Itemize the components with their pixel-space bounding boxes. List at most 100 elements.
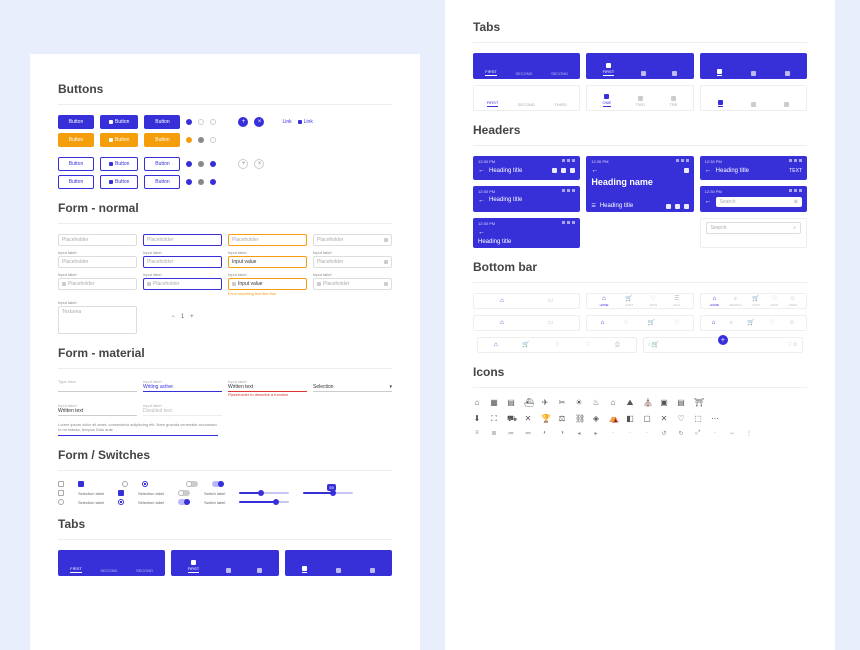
material-textarea[interactable]: Lorem ipsum dolor sit amet, consectetur …	[58, 422, 218, 436]
glyph-icon: ⛩	[694, 398, 702, 408]
labeled-input[interactable]: Placeholder	[58, 256, 137, 268]
clear-icon[interactable]: ⊗	[794, 199, 798, 205]
cart-icon[interactable]	[561, 168, 566, 173]
heart-icon[interactable]	[552, 168, 557, 173]
button-primary[interactable]: Button	[58, 115, 94, 129]
button-accent-3[interactable]: Button	[144, 133, 180, 147]
fab-close[interactable]: ×	[254, 117, 264, 127]
switch-on[interactable]	[178, 499, 190, 505]
text-input-trailing-icon[interactable]: Placeholder	[313, 234, 392, 246]
checkbox-on[interactable]	[78, 481, 84, 487]
text-input-error[interactable]: Placeholder	[228, 234, 307, 246]
cart-icon: ▭	[548, 298, 554, 304]
text-input-focus[interactable]: Placeholder	[143, 234, 222, 246]
icon-input-value[interactable]: Input value	[228, 278, 307, 290]
tab-second[interactable]: SECOND	[100, 568, 117, 573]
menu-icon[interactable]: ☰	[591, 203, 595, 209]
tab-icon-2[interactable]	[226, 568, 231, 573]
labeled-input-value[interactable]: Input value	[228, 256, 307, 268]
search-input[interactable]: Search⊗	[716, 197, 802, 207]
text-action[interactable]: TEXT	[789, 168, 802, 174]
search-input-white[interactable]: Search⌕	[706, 222, 801, 234]
glyph-icon: ◑	[558, 430, 566, 437]
glyph-icon: ⛓	[575, 414, 583, 424]
labeled-input-icon[interactable]: Placeholder	[313, 256, 392, 268]
material-input-error[interactable]: Written text	[228, 384, 307, 392]
material-input-filled[interactable]: Written text	[58, 408, 137, 416]
glyph-icon: ▢	[643, 414, 651, 424]
tab-first[interactable]: FIRST	[70, 566, 82, 573]
search-icon[interactable]	[570, 168, 575, 173]
tab-second-b[interactable]: SECOND	[136, 568, 153, 573]
back-icon[interactable]: ←	[705, 167, 712, 174]
bb-home[interactable]: ⌂	[500, 298, 504, 304]
stepper-minus[interactable]: −	[171, 314, 175, 320]
icon-input-trailing[interactable]: Placeholder	[313, 278, 392, 290]
glyph-icon: ⚖	[558, 414, 566, 424]
fab-close-outline[interactable]: ×	[254, 159, 264, 169]
material-input-active[interactable]: Writing active	[143, 384, 222, 392]
fab-button[interactable]: +	[718, 335, 728, 345]
material-select[interactable]: Selection▾	[313, 384, 392, 392]
heart-icon[interactable]	[666, 204, 671, 209]
fab-plus-outline[interactable]: +	[238, 159, 248, 169]
icon-input[interactable]: Placeholder	[58, 278, 137, 290]
button-outline-b-3[interactable]: Button	[144, 175, 180, 189]
radio-on[interactable]	[142, 481, 148, 487]
switch-on[interactable]	[212, 481, 224, 487]
glyph-icon: ⬚	[694, 414, 702, 424]
stepper[interactable]: −1+	[143, 314, 222, 320]
slider-badge[interactable]: 50	[303, 492, 353, 494]
tab-bar-c	[700, 53, 807, 79]
radio[interactable]	[58, 499, 64, 505]
tab-icon-3[interactable]	[257, 568, 262, 573]
button-outline[interactable]: Button	[58, 157, 94, 171]
glyph-icon: ⋮	[745, 430, 753, 437]
button-outline-3[interactable]: Button	[144, 157, 180, 171]
search-icon[interactable]	[684, 204, 689, 209]
glyph-icon: ⛟	[507, 414, 515, 424]
button-accent-icon[interactable]: Button	[100, 133, 138, 147]
back-icon[interactable]: ←	[478, 167, 485, 174]
button-primary-icon[interactable]: Button	[100, 115, 138, 129]
bb-cart[interactable]: ▭	[548, 298, 554, 304]
back-icon[interactable]: ←	[591, 167, 598, 174]
switch[interactable]	[178, 490, 190, 496]
search-icon[interactable]: ⌕	[793, 225, 796, 231]
checkbox-on[interactable]	[118, 490, 124, 496]
glyph-icon: ⌂	[609, 398, 617, 408]
textarea[interactable]: Textarea	[58, 306, 137, 334]
checkbox[interactable]	[58, 490, 64, 496]
header-card-big: 12:30 PM ← Heading name ☰Heading title	[586, 156, 693, 212]
radio-on[interactable]	[118, 499, 124, 505]
glyph-icon: ↔	[728, 430, 736, 437]
tab-icon-1[interactable]: FIRST	[188, 560, 200, 573]
text-input[interactable]: Placeholder	[58, 234, 137, 246]
slider[interactable]	[239, 492, 289, 494]
button-primary-3[interactable]: Button	[144, 115, 180, 129]
dot	[210, 161, 216, 167]
checkbox-off[interactable]	[58, 481, 64, 487]
slider-2[interactable]	[239, 501, 289, 503]
button-accent[interactable]: Button	[58, 133, 94, 147]
back-icon[interactable]: ←	[705, 198, 712, 205]
icon-input-focus[interactable]: Placeholder	[143, 278, 222, 290]
switch-off[interactable]	[186, 481, 198, 487]
search-icon[interactable]	[684, 168, 689, 173]
header-card-tall: 12:30 PM ← Heading title	[473, 218, 580, 248]
button-outline-b[interactable]: Button	[58, 175, 94, 189]
back-icon[interactable]: ←	[478, 197, 485, 204]
glyph-icon: ·	[711, 430, 719, 437]
button-outline-icon[interactable]: Button	[100, 157, 138, 171]
cart-icon[interactable]	[675, 204, 680, 209]
labeled-input-focus[interactable]: Placeholder	[143, 256, 222, 268]
link-icon-text[interactable]: Link	[298, 119, 313, 125]
link-text[interactable]: Link	[282, 119, 291, 125]
tab-bar-white-a: FIRST SECOND THIRD	[473, 85, 580, 111]
stepper-plus[interactable]: +	[190, 314, 194, 320]
fab-plus[interactable]: +	[238, 117, 248, 127]
header-card-text-action: 12:30 PM ←Heading titleTEXT	[700, 156, 807, 180]
button-outline-b-icon[interactable]: Button	[100, 175, 138, 189]
glyph-icon: ≡	[473, 430, 481, 437]
radio-off[interactable]	[122, 481, 128, 487]
